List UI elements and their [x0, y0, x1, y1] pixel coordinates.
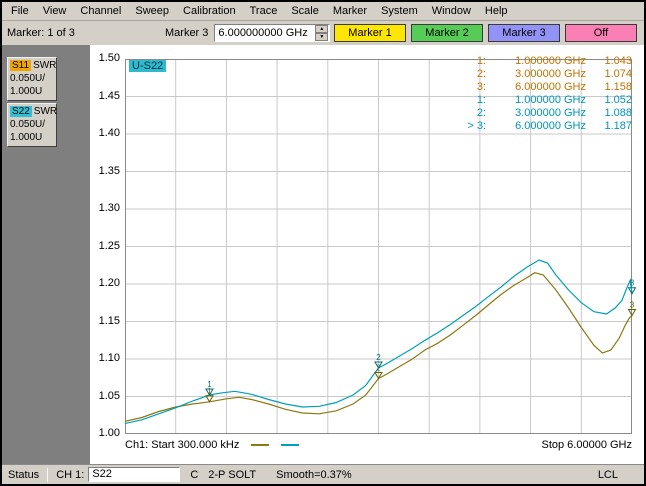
- y-tick-label: 1.30: [91, 202, 123, 215]
- svg-text:3: 3: [630, 279, 635, 288]
- status-label: Status: [8, 469, 39, 481]
- plot-panel: 1.50 1.45 1.40 1.35 1.30 1.25 1.20 1.15 1.10 1.05…: [90, 45, 644, 464]
- trace-reference-label: 1.000U: [10, 85, 54, 98]
- button-marker-3[interactable]: Marker 3: [488, 24, 560, 42]
- active-trace-label: U-S22: [129, 60, 166, 72]
- menu-file[interactable]: File: [4, 2, 36, 20]
- menu-sweep[interactable]: Sweep: [128, 2, 176, 20]
- frequency-spinner: ▲ ▼: [315, 25, 328, 41]
- active-measurement-field: S22: [88, 467, 180, 482]
- channel-label: CH 1:: [56, 469, 84, 481]
- menu-bar: FileViewChannelSweepCalibrationTraceScal…: [2, 2, 644, 21]
- main-content: S11SWR0.050U/1.000US22SWR0.050U/1.000U 1…: [2, 45, 644, 464]
- trace-reference-label: 1.000U: [10, 131, 54, 144]
- sweep-stop-label: Stop 6.00000 GHz: [541, 439, 632, 451]
- cal-correction-indicator: C: [190, 469, 198, 481]
- statusbar-divider: [47, 468, 48, 482]
- cal-type-indicator: 2-P SOLT: [208, 469, 256, 481]
- menu-system[interactable]: System: [374, 2, 425, 20]
- trace-settings-s22[interactable]: S22SWR0.050U/1.000U: [7, 103, 57, 147]
- trace-id-s11: S11: [10, 60, 31, 71]
- y-tick-label: 1.20: [91, 277, 123, 290]
- menu-channel[interactable]: Channel: [73, 2, 128, 20]
- trace-sidebar: S11SWR0.050U/1.000US22SWR0.050U/1.000U: [2, 45, 90, 464]
- marker-readout-table: 1:1.000000 GHz1.0432:3.000000 GHz1.0743:…: [458, 55, 632, 133]
- marker-frequency-value: 6.000000000 GHz: [215, 27, 315, 39]
- menu-marker[interactable]: Marker: [326, 2, 374, 20]
- trace-settings-s11[interactable]: S11SWR0.050U/1.000U: [7, 57, 57, 101]
- marker-frequency-input[interactable]: 6.000000000 GHz ▲ ▼: [214, 24, 330, 42]
- marker-readout-row: 2:3.000000 GHz1.074: [458, 68, 632, 81]
- marker-readout-row: 2:3.000000 GHz1.088: [458, 107, 632, 120]
- menu-calibration[interactable]: Calibration: [176, 2, 243, 20]
- vna-window: FileViewChannelSweepCalibrationTraceScal…: [0, 0, 646, 486]
- marker-readout-row: 1:1.000000 GHz1.043: [458, 55, 632, 68]
- y-tick-label: 1.25: [91, 240, 123, 253]
- button-off[interactable]: Off: [565, 24, 637, 42]
- y-tick-label: 1.40: [91, 127, 123, 140]
- svg-text:3: 3: [630, 301, 635, 310]
- svg-text:1: 1: [207, 380, 212, 389]
- trace-id-s22: S22: [10, 106, 32, 117]
- marker-field-label: Marker 3: [165, 27, 208, 39]
- trace-format-label: SWR: [33, 60, 56, 71]
- marker-button-group: Marker 1 Marker 2 Marker 3 Off: [334, 24, 639, 42]
- marker-readout-row: 1:1.000000 GHz1.052: [458, 94, 632, 107]
- y-tick-label: 1.15: [91, 315, 123, 328]
- svg-text:2: 2: [376, 353, 381, 362]
- button-marker-1[interactable]: Marker 1: [334, 24, 406, 42]
- spinner-up-button[interactable]: ▲: [315, 25, 328, 33]
- button-marker-2[interactable]: Marker 2: [411, 24, 483, 42]
- s22-trace-swatch: [281, 444, 299, 446]
- menu-view[interactable]: View: [36, 2, 74, 20]
- y-tick-label: 1.45: [91, 90, 123, 103]
- marker-status-text: Marker: 1 of 3: [7, 27, 115, 39]
- trace-scale-label: 0.050U/: [10, 72, 54, 85]
- marker-toolbar: Marker: 1 of 3 Marker 3 6.000000000 GHz …: [2, 21, 644, 45]
- menu-help[interactable]: Help: [478, 2, 515, 20]
- spinner-down-button[interactable]: ▼: [315, 33, 328, 41]
- plot-footer: Ch1: Start 300.000 kHz Stop 6.00000 GHz: [125, 437, 632, 452]
- trace-format-label: SWR: [34, 106, 57, 117]
- menu-window[interactable]: Window: [425, 2, 478, 20]
- y-tick-label: 1.50: [91, 52, 123, 65]
- s11-trace-swatch: [251, 444, 269, 446]
- marker-readout-row: 3:6.000000 GHz1.158: [458, 81, 632, 94]
- status-bar: Status CH 1: S22 C 2-P SOLT Smooth=0.37%…: [2, 464, 644, 484]
- menu-scale[interactable]: Scale: [284, 2, 326, 20]
- y-tick-label: 1.35: [91, 165, 123, 178]
- marker-readout-row: > 3:6.000000 GHz1.187: [458, 120, 632, 133]
- lcl-indicator: LCL: [598, 469, 638, 481]
- trace-scale-label: 0.050U/: [10, 118, 54, 131]
- menu-trace[interactable]: Trace: [243, 2, 285, 20]
- y-tick-label: 1.10: [91, 352, 123, 365]
- y-tick-label: 1.00: [91, 427, 123, 440]
- y-tick-label: 1.05: [91, 390, 123, 403]
- smoothing-status: Smooth=0.37%: [276, 469, 352, 481]
- sweep-start-label: Ch1: Start 300.000 kHz: [125, 439, 239, 451]
- y-axis-labels: 1.50 1.45 1.40 1.35 1.30 1.25 1.20 1.15 1.10 1.05…: [90, 45, 123, 464]
